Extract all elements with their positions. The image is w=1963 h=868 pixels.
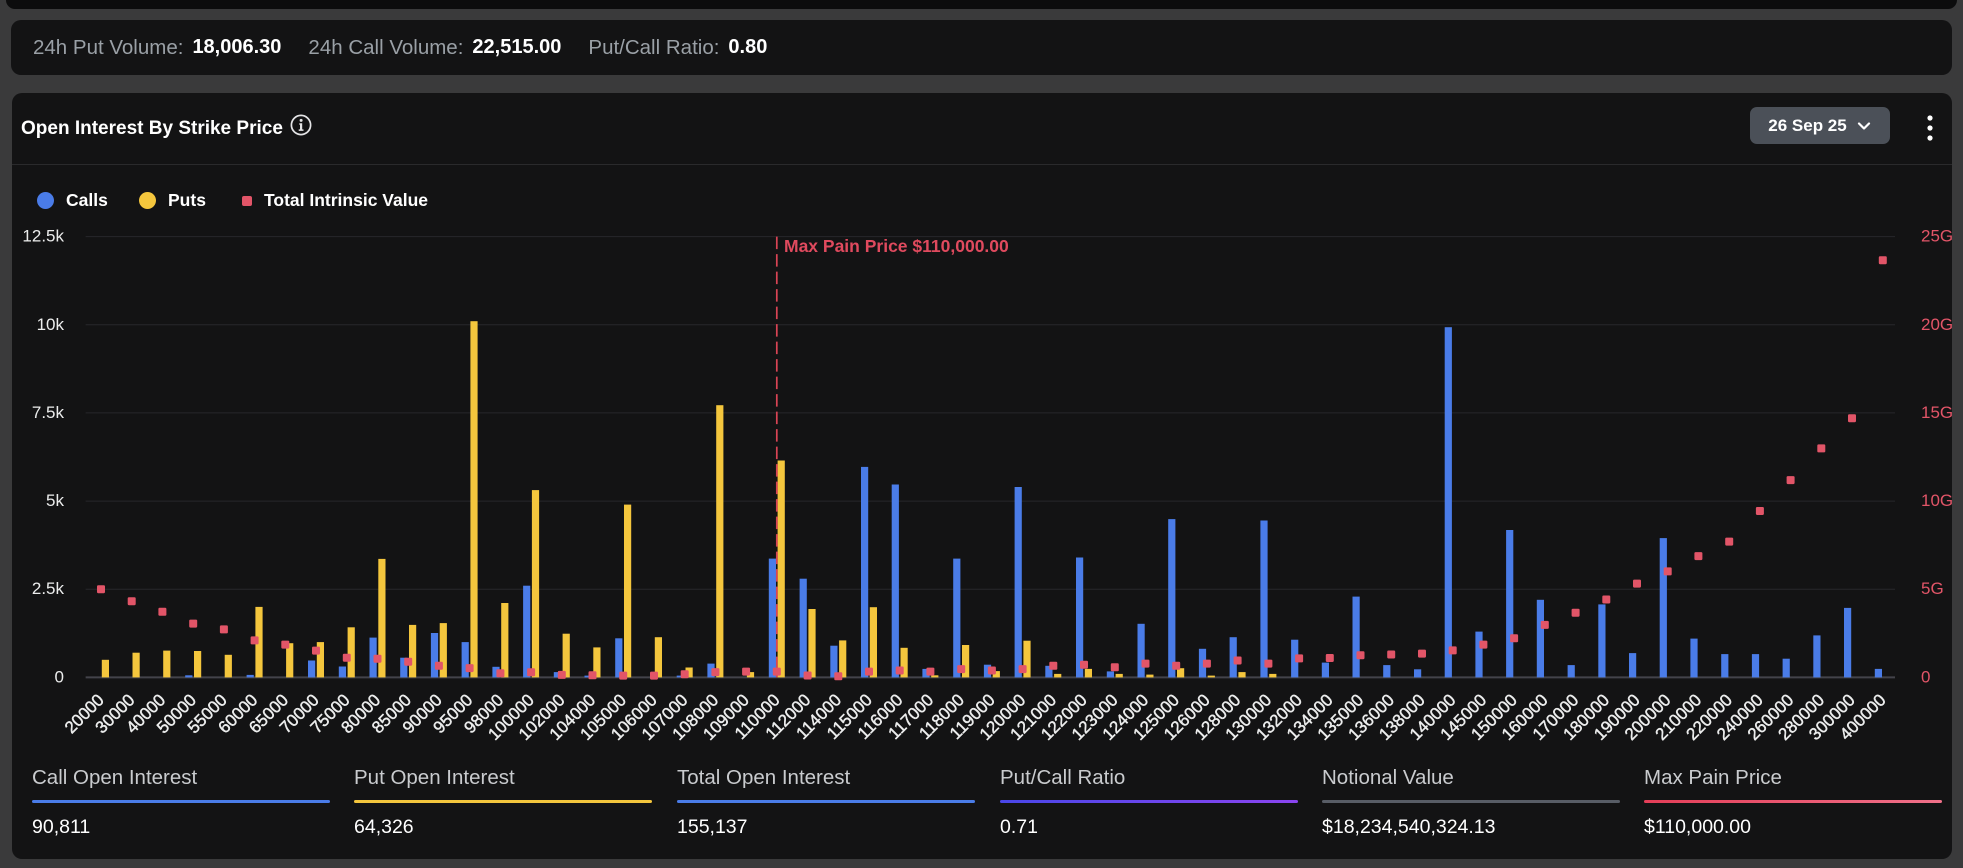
svg-text:10G: 10G [1921, 491, 1953, 510]
svg-text:2.5k: 2.5k [32, 579, 65, 598]
svg-text:25G: 25G [1921, 227, 1953, 246]
svg-text:20G: 20G [1921, 315, 1953, 334]
svg-text:5G: 5G [1921, 579, 1944, 598]
svg-text:10k: 10k [37, 315, 65, 334]
svg-text:0: 0 [55, 667, 64, 686]
svg-text:5k: 5k [46, 491, 64, 510]
svg-text:0: 0 [1921, 667, 1930, 686]
svg-text:12.5k: 12.5k [22, 227, 64, 246]
svg-text:7.5k: 7.5k [32, 403, 65, 422]
svg-text:Max Pain Price $110,000.00: Max Pain Price $110,000.00 [784, 236, 1009, 256]
svg-text:15G: 15G [1921, 403, 1953, 422]
